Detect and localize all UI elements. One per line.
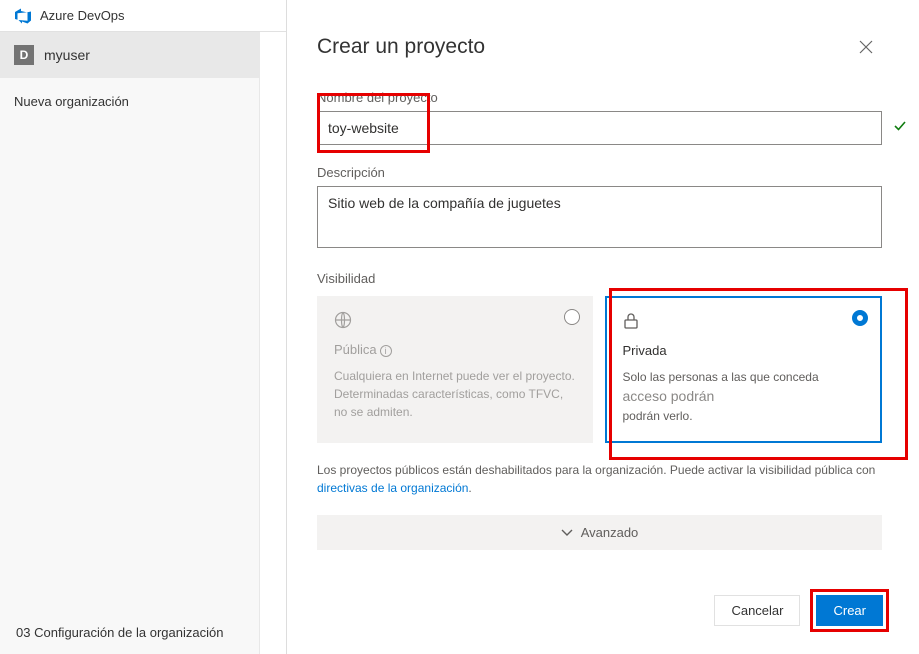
private-description: Solo las personas a las que conceda acce… — [623, 368, 865, 425]
create-button-highlight: Crear — [810, 589, 889, 632]
dialog-title: Crear un proyecto — [317, 35, 485, 59]
sidebar-user-row[interactable]: D myuser — [0, 32, 259, 78]
public-description: Cualquiera en Internet puede ver el proy… — [334, 367, 576, 421]
visibility-private-card[interactable]: Privada Solo las personas a las que conc… — [605, 296, 883, 443]
checkmark-icon — [893, 119, 907, 137]
visibility-public-card: Públicai Cualquiera en Internet puede ve… — [317, 296, 593, 443]
advanced-toggle[interactable]: Avanzado — [317, 515, 882, 550]
azure-devops-logo-icon — [14, 7, 32, 25]
sidebar-org-settings[interactable]: 03 Configuración de la organización — [16, 625, 223, 640]
visibility-label: Visibilidad — [317, 271, 889, 286]
user-name: myuser — [44, 47, 90, 63]
create-button[interactable]: Crear — [816, 595, 883, 626]
close-icon[interactable] — [853, 34, 879, 60]
description-label: Descripción — [317, 165, 889, 180]
create-project-dialog: Crear un proyecto Nombre del proyecto De… — [286, 0, 919, 654]
user-avatar-badge: D — [14, 45, 34, 65]
project-name-label: Nombre del proyecto — [317, 90, 889, 105]
public-title: Públicai — [334, 342, 576, 357]
lock-icon — [623, 312, 865, 335]
radio-public — [564, 309, 580, 325]
info-icon: i — [380, 345, 392, 357]
radio-private[interactable] — [852, 310, 868, 326]
private-title: Privada — [623, 343, 865, 358]
brand-text: Azure DevOps — [40, 8, 125, 23]
project-name-input[interactable] — [317, 111, 882, 145]
globe-icon — [334, 311, 576, 334]
visibility-note: Los proyectos públicos están deshabilita… — [317, 461, 882, 497]
description-input[interactable] — [317, 186, 882, 248]
org-policies-link[interactable]: directivas de la organización — [317, 481, 468, 495]
chevron-down-icon — [561, 526, 573, 540]
dialog-footer: Cancelar Crear — [714, 589, 889, 632]
sidebar: D myuser Nueva organización 03 Configura… — [0, 32, 260, 654]
cancel-button[interactable]: Cancelar — [714, 595, 800, 626]
sidebar-item-new-org[interactable]: Nueva organización — [0, 78, 259, 125]
